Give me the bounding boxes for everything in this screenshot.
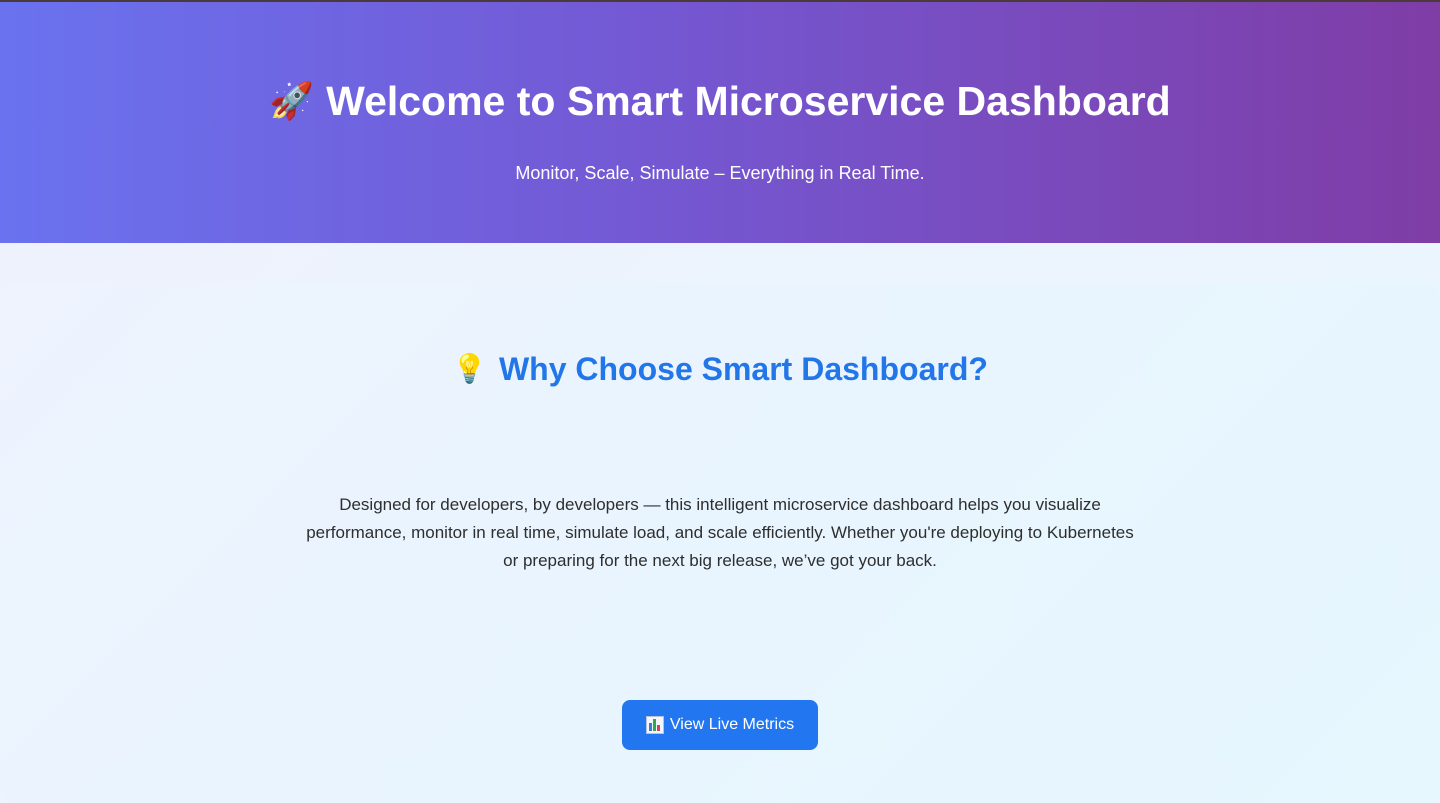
hero-banner: 🚀 Welcome to Smart Microservice Dashboar…: [0, 2, 1440, 243]
view-live-metrics-button[interactable]: View Live Metrics: [622, 700, 818, 750]
lightbulb-icon: 💡: [452, 353, 487, 384]
rocket-icon: 🚀: [269, 80, 315, 121]
view-live-metrics-label: View Live Metrics: [669, 716, 795, 733]
hero-subtitle: Monitor, Scale, Simulate – Everything in…: [515, 163, 925, 183]
section-title-text: Why Choose Smart Dashboard?: [498, 351, 988, 387]
hero-title: 🚀 Welcome to Smart Microservice Dashboar…: [0, 76, 1440, 126]
bar-chart-icon: [645, 716, 664, 734]
section-description: Designed for developers, by developers —…: [306, 495, 1134, 570]
section-title: 💡 Why Choose Smart Dashboard?: [0, 348, 1440, 390]
hero-title-text: Welcome to Smart Microservice Dashboard: [326, 78, 1171, 124]
